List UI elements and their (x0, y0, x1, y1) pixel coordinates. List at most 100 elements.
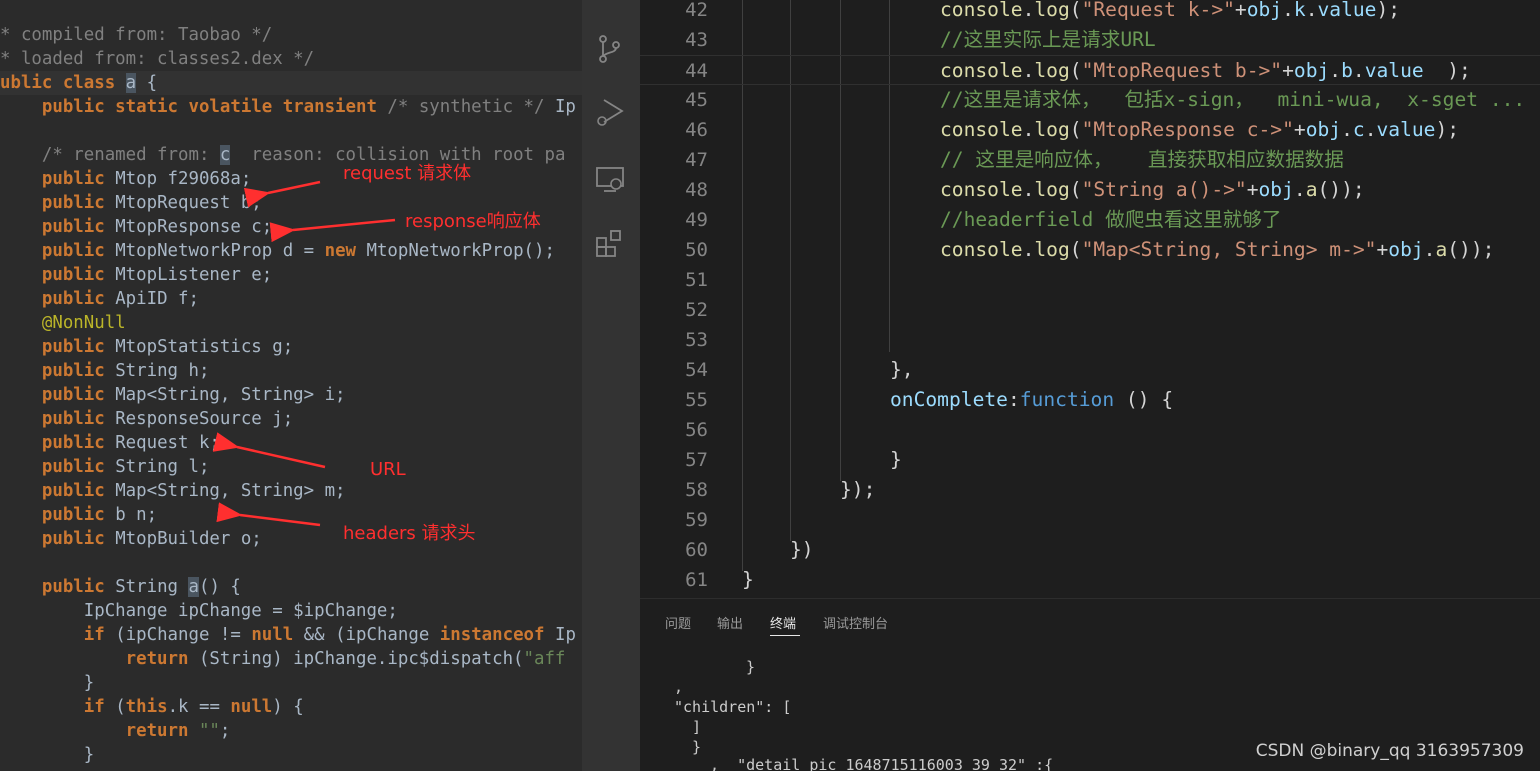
editor-line[interactable]: 61} (640, 565, 1540, 595)
editor-line[interactable]: 44 console.log("MtopRequest b->"+obj.b.va… (640, 55, 1540, 85)
code-token: * loaded from: classes2.dex */ (0, 49, 315, 69)
code-token: public (41, 481, 116, 501)
code-token: public (41, 529, 116, 549)
code-token: ( (1069, 238, 1082, 261)
code-token: // 这里是响应体， 直接获取相应数据数据 (940, 148, 1344, 171)
editor-line[interactable]: 50 console.log("Map<String, String> m->"+… (640, 235, 1540, 265)
editor-line[interactable]: 55 onComplete:function () { (640, 385, 1540, 415)
activity-bar (582, 0, 640, 771)
editor-line[interactable]: 56 (640, 415, 1540, 445)
tab-terminal[interactable]: 终端 (770, 613, 796, 632)
annotation-headers: headers 请求头 (343, 523, 476, 544)
code-token: Ip (554, 625, 576, 645)
line-number: 47 (685, 149, 708, 171)
java-code-line: /* renamed from: c reason: collision wit… (0, 143, 582, 167)
code-token: ( (1069, 178, 1082, 201)
editor-line[interactable]: 53 (640, 325, 1540, 355)
code-token: public (41, 265, 116, 285)
code-editor[interactable]: 42 console.log("Request k->"+obj.k.value)… (640, 0, 1540, 598)
code-token: .k == (167, 697, 231, 717)
line-number: 56 (685, 419, 708, 441)
editor-line[interactable]: 43 //这里实际上是请求URL (640, 25, 1540, 55)
editor-line[interactable]: 42 console.log("Request k->"+obj.k.value)… (640, 0, 1540, 25)
editor-code: console.log("Request k->"+obj.k.value); (940, 0, 1400, 25)
editor-line[interactable]: 59 (640, 505, 1540, 535)
code-token: log (1034, 238, 1070, 261)
editor-code: }) (790, 535, 814, 565)
code-token: ( (1069, 59, 1082, 82)
code-token: obj (1305, 118, 1342, 141)
code-token: . (1293, 178, 1306, 201)
code-token: ( (1069, 118, 1082, 141)
tab-problems[interactable]: 问题 (665, 613, 691, 632)
code-token: ); (1376, 0, 1401, 21)
editor-line[interactable]: 45 //这里是请求体， 包括x-sign， mini-wua, x-sget .… (640, 85, 1540, 115)
code-token: public (41, 241, 116, 261)
code-token: if (83, 625, 116, 645)
code-token: obj (1246, 0, 1283, 21)
terminal-line: ] (692, 718, 702, 736)
line-number: 58 (685, 479, 708, 501)
code-token: . (1329, 59, 1342, 82)
editor-line[interactable]: 47 // 这里是响应体， 直接获取相应数据数据 (640, 145, 1540, 175)
code-token: public (41, 169, 116, 189)
editor-line[interactable]: 60}) (640, 535, 1540, 565)
editor-line[interactable]: 52 (640, 295, 1540, 325)
java-code-line: public MtopBuilder o; (0, 527, 582, 551)
code-token: public (41, 505, 116, 525)
editor-code: console.log("String a()->"+obj.a()); (940, 175, 1365, 205)
code-token: ResponseSource j; (115, 409, 294, 429)
code-token: obj (1388, 238, 1424, 261)
editor-line[interactable]: 57} (640, 445, 1540, 475)
line-number: 49 (685, 209, 708, 231)
code-token: ()); (1317, 178, 1365, 201)
code-token: onComplete (890, 388, 1008, 411)
code-token: () { (198, 577, 241, 597)
tab-debug-console[interactable]: 调试控制台 (823, 613, 888, 632)
line-number: 54 (685, 359, 708, 381)
line-number: 45 (685, 89, 708, 111)
extensions-icon[interactable] (594, 228, 626, 260)
code-token: public (41, 361, 116, 381)
terminal-line: "children": [ (674, 698, 792, 716)
code-token: + (1234, 0, 1247, 21)
remote-explorer-icon[interactable] (594, 163, 626, 195)
line-number: 48 (685, 179, 708, 201)
code-token: MtopRequest b; (115, 193, 262, 213)
java-code-line: * loaded from: classes2.dex */ (0, 47, 582, 71)
code-token: () { (1114, 388, 1174, 411)
java-code-line: if (ipChange != null && (ipChange instan… (0, 623, 582, 647)
code-token: "Map<String, String> m->" (1081, 238, 1377, 261)
editor-line[interactable]: 51 (640, 265, 1540, 295)
code-token: MtopStatistics g; (115, 337, 294, 357)
editor-line[interactable]: 49 //headerfield 做爬虫看这里就够了 (640, 205, 1540, 235)
editor-line[interactable]: 58}); (640, 475, 1540, 505)
line-number: 53 (685, 329, 708, 351)
code-token: log (1034, 118, 1070, 141)
editor-line[interactable]: 46 console.log("MtopResponse c->"+obj.c.v… (640, 115, 1540, 145)
tab-output[interactable]: 输出 (717, 613, 743, 632)
code-token: "Request k->" (1081, 0, 1235, 21)
code-token: * compiled from: Taobao */ (0, 25, 273, 45)
code-token: instanceof (439, 625, 555, 645)
editor-line[interactable]: 54}, (640, 355, 1540, 385)
java-code-line: public String a() { (0, 575, 582, 599)
line-number: 59 (685, 509, 708, 531)
java-code-line: * compiled from: Taobao */ (0, 23, 582, 47)
run-debug-icon[interactable] (594, 95, 626, 127)
code-token: value (1364, 59, 1424, 82)
editor-code: } (742, 565, 754, 595)
code-token: this (125, 697, 168, 717)
editor-code: console.log("MtopRequest b->"+obj.b.valu… (940, 56, 1471, 86)
java-code-line: return (String) ipChange.ipc$dispatch("a… (0, 647, 582, 671)
code-token: + (1246, 178, 1259, 201)
editor-code: onComplete:function () { (890, 385, 1173, 415)
code-token: { (136, 73, 158, 93)
java-code-line: } (0, 671, 582, 695)
code-token: . (1022, 59, 1035, 82)
source-control-icon[interactable] (594, 33, 626, 65)
editor-line[interactable]: 48 console.log("String a()->"+obj.a()); (640, 175, 1540, 205)
